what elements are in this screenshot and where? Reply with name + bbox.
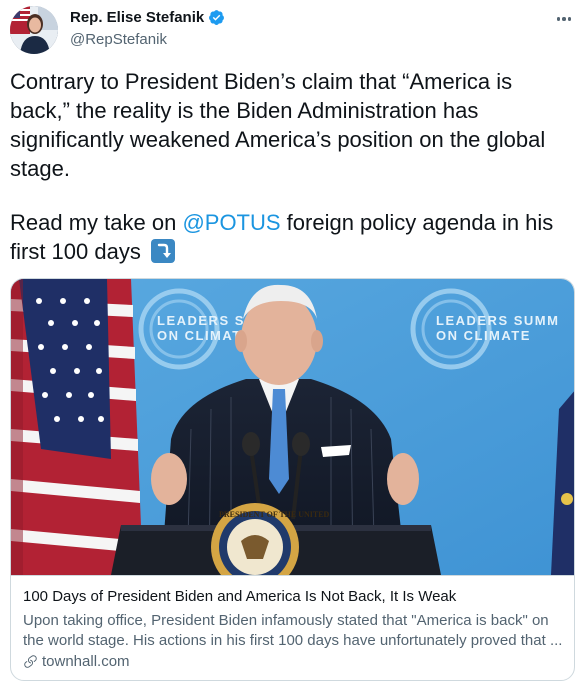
card-domain[interactable]: townhall.com	[23, 653, 130, 670]
link-preview-card[interactable]: LEADERS S ON CLIMAT LEADERS SUMM ON CLIM…	[10, 278, 575, 681]
seal-text: PRESIDENT OF THE UNITED	[219, 510, 330, 519]
banner-text-left: LEADERS S	[157, 313, 245, 328]
banner-text-right-2: ON CLIMATE	[436, 328, 531, 343]
card-title[interactable]: 100 Days of President Biden and America …	[23, 588, 456, 605]
author-display-name[interactable]: Rep. Elise Stefanik	[70, 9, 204, 26]
verified-badge-icon	[208, 9, 225, 26]
tweet-text-paragraph-2: Read my take on @POTUS foreign policy ag…	[10, 208, 580, 266]
tweet-text-line: Contrary to President Biden’s claim that…	[10, 69, 513, 94]
author-handle[interactable]: @RepStefanik	[70, 31, 167, 48]
tweet-text-line: significantly weakened America’s positio…	[10, 127, 546, 152]
banner-text-right: LEADERS SUMM	[436, 313, 559, 328]
author-name-row[interactable]: Rep. Elise Stefanik	[70, 9, 225, 26]
card-image[interactable]: LEADERS S ON CLIMAT LEADERS SUMM ON CLIM…	[11, 279, 574, 575]
avatar[interactable]	[10, 6, 58, 54]
card-domain-text[interactable]: townhall.com	[42, 653, 130, 670]
tweet-text-segment: foreign policy agenda in his	[280, 210, 554, 235]
tweet-text-line: stage.	[10, 156, 70, 181]
tweet-text-segment: first 100 days	[10, 239, 141, 264]
card-info[interactable]: 100 Days of President Biden and America …	[11, 575, 574, 680]
link-icon	[23, 654, 38, 669]
tweet-text: Contrary to President Biden’s claim that…	[10, 67, 580, 183]
arrow-down-emoji-icon	[150, 239, 175, 263]
card-description-line: Upon taking office, President Biden infa…	[23, 612, 549, 629]
card-description-line: the world stage. His actions in his firs…	[23, 632, 563, 649]
card-description: Upon taking office, President Biden infa…	[23, 611, 568, 651]
banner-text-left-2: ON CLIMAT	[157, 328, 242, 343]
more-options-icon[interactable]	[553, 10, 575, 28]
tweet: Rep. Elise Stefanik @RepStefanik Contrar…	[0, 0, 585, 690]
mention-link[interactable]: @POTUS	[182, 210, 280, 235]
tweet-text-segment: Read my take on	[10, 210, 183, 235]
tweet-text-line: back,” the reality is the Biden Administ…	[10, 98, 479, 123]
